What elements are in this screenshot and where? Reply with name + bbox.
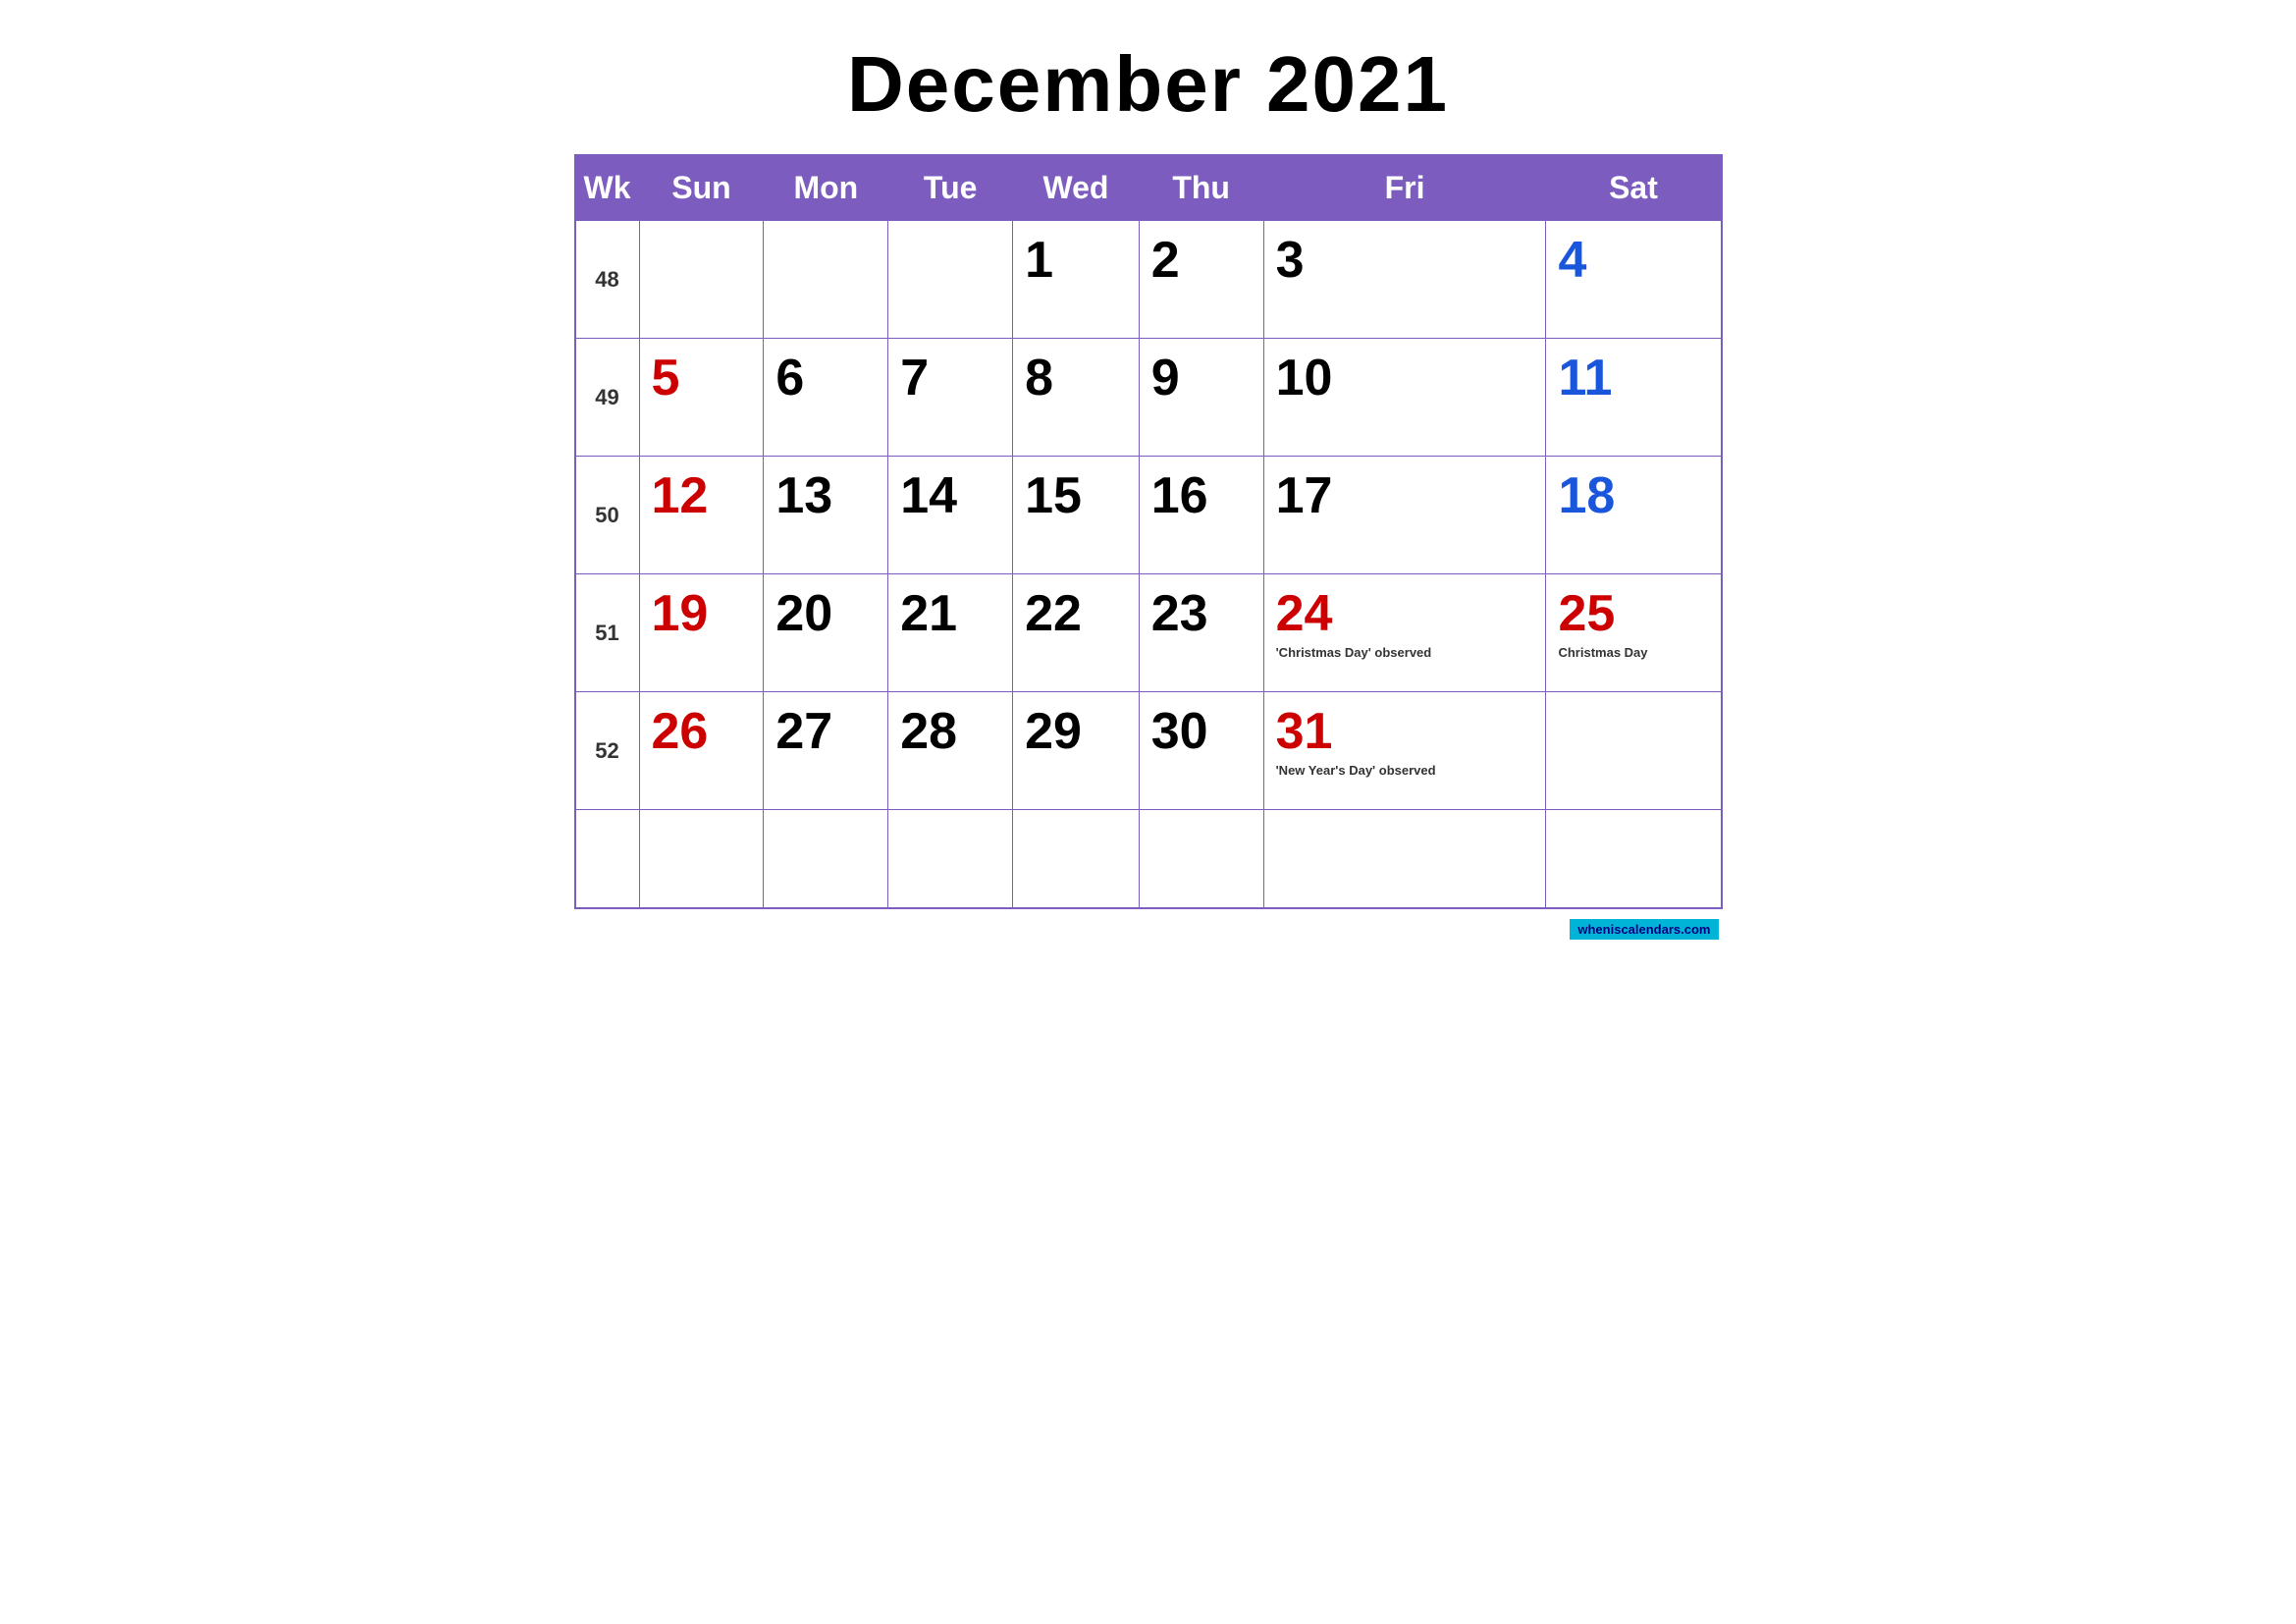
day-number: 14	[900, 466, 1000, 525]
table-row	[764, 810, 888, 908]
table-row	[1013, 810, 1140, 908]
day-number: 29	[1025, 702, 1127, 761]
table-row: 4	[1546, 221, 1722, 339]
table-row	[639, 810, 764, 908]
table-row: 12	[639, 457, 764, 574]
table-row: 26	[639, 692, 764, 810]
calendar-table: Wk Sun Mon Tue Wed Thu Fri Sat 481234495…	[574, 154, 1723, 909]
header-tue: Tue	[888, 155, 1013, 221]
day-number: 11	[1558, 349, 1708, 407]
week-number: 51	[575, 574, 640, 692]
day-number: 25	[1558, 584, 1708, 643]
day-number: 10	[1276, 349, 1534, 407]
table-row	[764, 221, 888, 339]
day-number: 22	[1025, 584, 1127, 643]
week-number	[575, 810, 640, 908]
table-row: 29	[1013, 692, 1140, 810]
table-row: 9	[1139, 339, 1263, 457]
day-number: 17	[1276, 466, 1534, 525]
day-number: 15	[1025, 466, 1127, 525]
day-number: 2	[1151, 231, 1252, 290]
calendar-body: 4812344956789101150121314151617185119202…	[575, 221, 1722, 908]
table-row: 10	[1263, 339, 1546, 457]
day-number: 28	[900, 702, 1000, 761]
table-row: 3	[1263, 221, 1546, 339]
table-row: 6	[764, 339, 888, 457]
header-row: Wk Sun Mon Tue Wed Thu Fri Sat	[575, 155, 1722, 221]
header-sun: Sun	[639, 155, 764, 221]
week-number: 49	[575, 339, 640, 457]
table-row	[1546, 692, 1722, 810]
header-thu: Thu	[1139, 155, 1263, 221]
day-number: 7	[900, 349, 1000, 407]
table-row	[888, 810, 1013, 908]
table-row: 18	[1546, 457, 1722, 574]
table-row: 7	[888, 339, 1013, 457]
day-number: 20	[775, 584, 876, 643]
table-row: 31 'New Year's Day' observed	[1263, 692, 1546, 810]
table-row: 28	[888, 692, 1013, 810]
day-number: 8	[1025, 349, 1127, 407]
watermark-link[interactable]: wheniscalendars.com	[1570, 919, 1718, 940]
day-number: 9	[1151, 349, 1252, 407]
day-number: 6	[775, 349, 876, 407]
watermark: wheniscalendars.com	[574, 921, 1723, 939]
table-row: 20	[764, 574, 888, 692]
day-number: 3	[1276, 231, 1534, 290]
week-number: 50	[575, 457, 640, 574]
day-number: 24	[1276, 584, 1534, 643]
table-row: 11	[1546, 339, 1722, 457]
holiday-label: 'Christmas Day' observed	[1276, 645, 1534, 662]
table-row: 30	[1139, 692, 1263, 810]
table-row	[1263, 810, 1546, 908]
table-row: 19	[639, 574, 764, 692]
day-number: 26	[652, 702, 752, 761]
table-row: 16	[1139, 457, 1263, 574]
week-number: 52	[575, 692, 640, 810]
table-row: 22	[1013, 574, 1140, 692]
day-number: 19	[652, 584, 752, 643]
header-fri: Fri	[1263, 155, 1546, 221]
table-row: 25 Christmas Day	[1546, 574, 1722, 692]
table-row: 2	[1139, 221, 1263, 339]
day-number: 13	[775, 466, 876, 525]
calendar-title: December 2021	[574, 20, 1723, 154]
table-row	[1546, 810, 1722, 908]
day-number: 31	[1276, 702, 1534, 761]
day-number: 1	[1025, 231, 1127, 290]
table-row: 17	[1263, 457, 1546, 574]
day-number: 30	[1151, 702, 1252, 761]
day-number: 21	[900, 584, 1000, 643]
header-mon: Mon	[764, 155, 888, 221]
week-number: 48	[575, 221, 640, 339]
header-sat: Sat	[1546, 155, 1722, 221]
day-number: 4	[1558, 231, 1708, 290]
table-row: 8	[1013, 339, 1140, 457]
table-row: 15	[1013, 457, 1140, 574]
table-row: 1	[1013, 221, 1140, 339]
day-number: 5	[652, 349, 752, 407]
header-wed: Wed	[1013, 155, 1140, 221]
table-row	[1139, 810, 1263, 908]
holiday-label: 'New Year's Day' observed	[1276, 763, 1534, 780]
day-number: 27	[775, 702, 876, 761]
table-row: 13	[764, 457, 888, 574]
table-row: 14	[888, 457, 1013, 574]
day-number: 16	[1151, 466, 1252, 525]
table-row: 23	[1139, 574, 1263, 692]
table-row	[888, 221, 1013, 339]
table-row: 21	[888, 574, 1013, 692]
day-number: 23	[1151, 584, 1252, 643]
page-container: December 2021 Wk Sun Mon Tue Wed Thu Fri…	[574, 20, 1723, 939]
day-number: 18	[1558, 466, 1708, 525]
header-wk: Wk	[575, 155, 640, 221]
table-row	[639, 221, 764, 339]
table-row: 27	[764, 692, 888, 810]
table-row: 5	[639, 339, 764, 457]
day-number: 12	[652, 466, 752, 525]
holiday-label: Christmas Day	[1558, 645, 1708, 662]
table-row: 24 'Christmas Day' observed	[1263, 574, 1546, 692]
